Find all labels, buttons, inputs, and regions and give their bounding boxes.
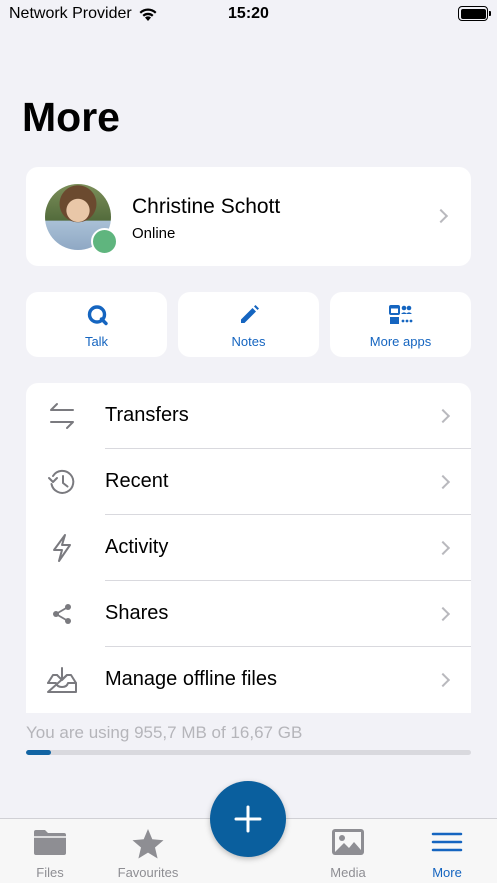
talk-app-button[interactable]: Talk — [26, 292, 167, 357]
menu-item-recent[interactable]: Recent — [26, 449, 471, 515]
star-icon — [98, 828, 198, 860]
menu-item-manage-offline-files[interactable]: Manage offline files — [26, 647, 471, 713]
chevron-right-icon — [435, 672, 451, 688]
menu-item-shares[interactable]: Shares — [26, 581, 471, 647]
notes-app-button[interactable]: Notes — [178, 292, 319, 357]
status-bar: Network Provider 15:20 — [0, 0, 497, 30]
lightning-icon — [46, 532, 78, 564]
tab-label: Favourites — [117, 865, 179, 880]
menu-item-label: Shares — [105, 602, 169, 624]
more-apps-label: More apps — [369, 334, 432, 349]
storage-progress-bar — [26, 750, 471, 755]
apps-grid-icon — [330, 303, 471, 327]
talk-label: Talk — [84, 334, 109, 349]
profile-name: Christine Schott — [132, 195, 281, 218]
menu-list: Transfers Recent Activity Shares Manage … — [26, 383, 471, 713]
chevron-right-icon — [435, 408, 451, 424]
menu-lines-icon — [397, 828, 497, 860]
clock: 15:20 — [228, 5, 269, 22]
tray-download-icon — [46, 664, 78, 696]
menu-item-label: Transfers — [105, 404, 189, 426]
profile-card[interactable]: Christine Schott Online — [26, 167, 471, 266]
chevron-right-icon — [435, 606, 451, 622]
folder-icon — [0, 828, 100, 860]
menu-item-activity[interactable]: Activity — [26, 515, 471, 581]
menu-item-transfers[interactable]: Transfers — [26, 383, 471, 449]
more-apps-button[interactable]: More apps — [330, 292, 471, 357]
chevron-right-icon — [435, 474, 451, 490]
tab-label: More — [432, 865, 462, 880]
add-button[interactable] — [210, 781, 286, 857]
plus-icon — [234, 805, 262, 833]
chevron-right-icon — [435, 540, 451, 556]
notes-label: Notes — [231, 334, 266, 349]
chevron-right-icon — [433, 208, 449, 224]
history-icon — [46, 466, 78, 498]
tab-label: Media — [330, 865, 366, 880]
storage-progress-fill — [26, 750, 52, 755]
image-icon — [298, 828, 398, 860]
tab-more[interactable]: More — [397, 819, 497, 883]
menu-item-label: Recent — [105, 470, 169, 492]
share-icon — [46, 598, 78, 630]
storage-usage-text: You are using 955,7 MB of 16,67 GB — [26, 723, 303, 742]
menu-item-label: Activity — [105, 536, 169, 558]
tab-label: Files — [36, 865, 64, 880]
tab-files[interactable]: Files — [0, 819, 100, 883]
menu-item-label: Manage offline files — [105, 668, 277, 690]
talk-icon — [26, 303, 167, 327]
pencil-icon — [178, 303, 319, 327]
page-title: More — [22, 94, 120, 140]
tab-media[interactable]: Media — [298, 819, 398, 883]
online-status-dot — [91, 228, 118, 255]
battery-icon — [458, 6, 491, 21]
transfer-arrows-icon — [46, 400, 78, 432]
profile-status: Online — [132, 225, 176, 242]
tab-favourites[interactable]: Favourites — [98, 819, 198, 883]
